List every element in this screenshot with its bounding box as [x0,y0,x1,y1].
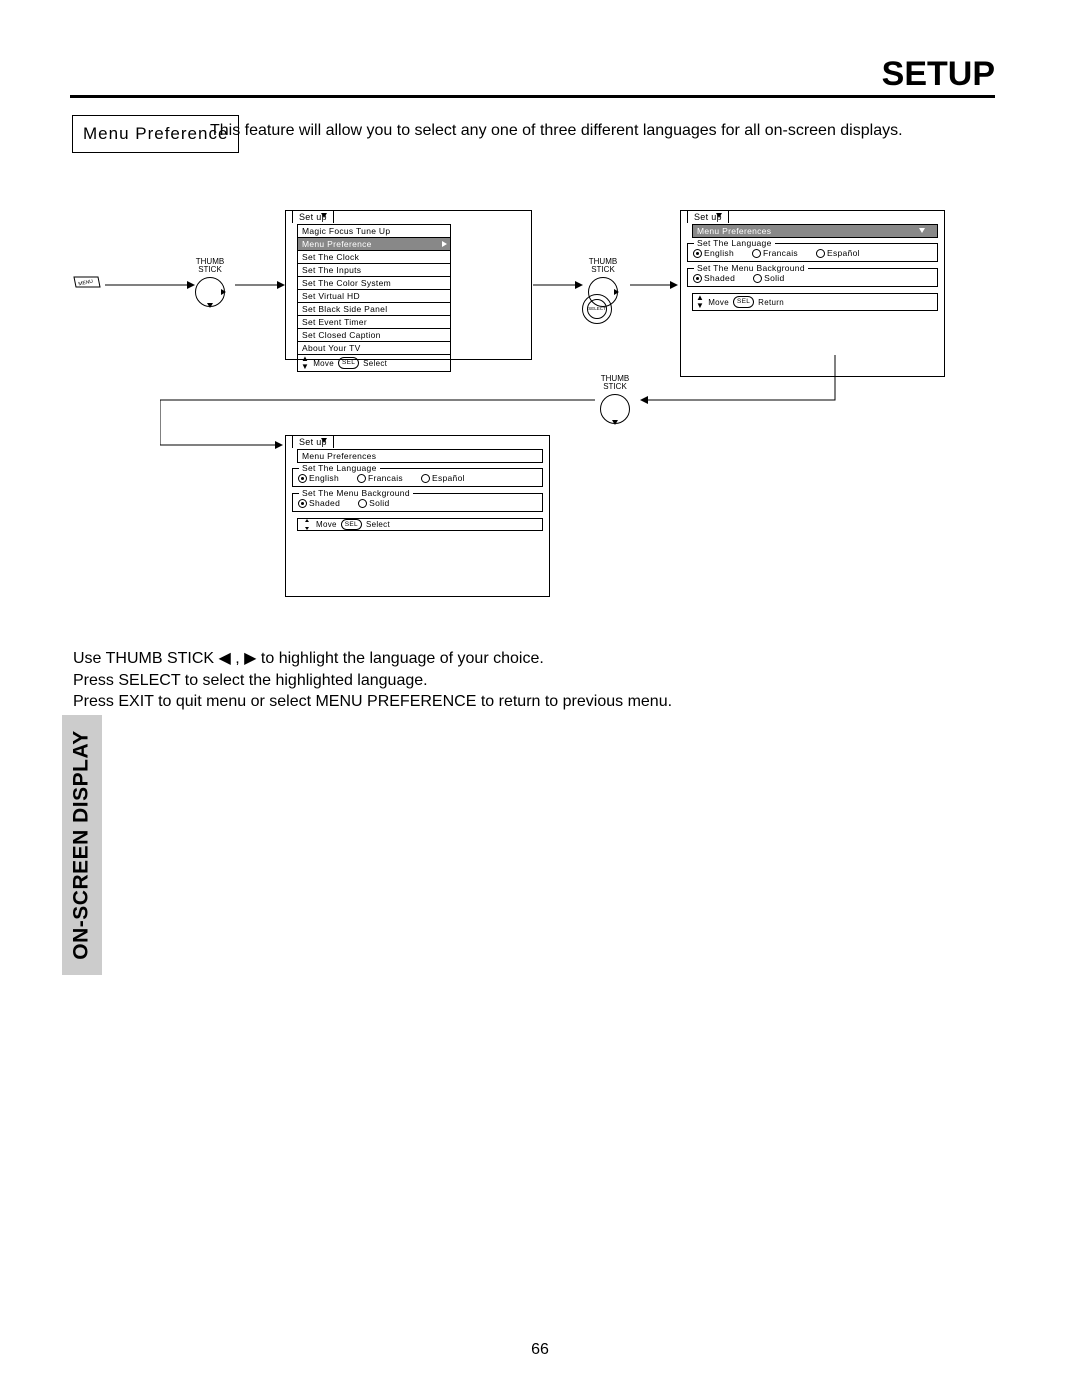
set-language-fieldset: Set The Language English Francais Españo… [687,243,938,262]
radio-option: English [693,248,734,258]
screen-tab: Set up [292,210,334,223]
header-title: SETUP [882,55,995,94]
sel-oval-icon: SEL [338,357,359,368]
setup-menu-screen: Set up Magic Focus Tune Up Menu Preferen… [285,210,532,360]
menu-preferences-header: Menu Preferences [692,224,938,238]
triangle-right-icon [442,241,447,247]
radio-icon [298,474,307,483]
instructions-text: Use THUMB STICK ◀ , ▶ to highlight the l… [73,648,672,713]
hint-row: Move SEL Select [297,518,543,531]
radio-option: Shaded [693,273,735,283]
menu-item: Set The Color System [297,276,451,290]
menu-item: Set The Clock [297,250,451,264]
set-menu-background-fieldset: Set The Menu Background Shaded Solid [687,268,938,287]
radio-option: Solid [358,498,389,508]
menu-item: Menu Preference [297,237,451,251]
radio-icon [421,474,430,483]
radio-icon [693,274,702,283]
radio-icon [816,249,825,258]
radio-option: Español [816,248,860,258]
menu-preferences-select-screen: Set up Menu Preferences Set The Language… [285,435,550,597]
menu-item: About Your TV [297,341,451,355]
set-language-fieldset: Set The Language English Francais Españo… [292,468,543,487]
menu-item: Set Virtual HD [297,289,451,303]
radio-option: Shaded [298,498,340,508]
radio-icon [693,249,702,258]
menu-item: Set Closed Caption [297,328,451,342]
triangle-down-icon [919,228,925,233]
radio-icon [752,249,761,258]
flow-arrow-icon [533,280,583,290]
menu-button-icon: MENU [72,275,102,295]
chevron-down-icon [321,438,327,443]
select-button-icon: SELECT [582,294,612,324]
diagram-area: MENU THUMBSTICK Set up Magic Focus Tune … [70,205,960,605]
updown-arrows-icon: ▲▼ [301,355,309,371]
flow-arrow-icon [630,280,678,290]
flow-arrow-icon [235,280,285,290]
menu-item: Set Event Timer [297,315,451,329]
radio-option: Francais [752,248,798,258]
thumbstick-select-icon: THUMBSTICK SELECT [588,258,618,307]
radio-option: English [298,473,339,483]
flow-arrow-icon [640,305,840,405]
thumbstick-icon: THUMBSTICK [195,258,225,307]
hint-row: ▲▼ Move SEL Select [297,354,451,372]
menu-preferences-header: Menu Preferences [297,449,543,463]
menu-item: Magic Focus Tune Up [297,224,451,238]
cross-arrows-icon [301,519,312,530]
radio-option: Solid [753,273,784,283]
page-number: 66 [531,1341,549,1359]
radio-icon [753,274,762,283]
menu-item: Set The Inputs [297,263,451,277]
feature-description: This feature will allow you to select an… [210,122,1000,140]
screen-tab: Set up [292,435,334,448]
radio-icon [357,474,366,483]
radio-option: Español [421,473,465,483]
set-menu-background-fieldset: Set The Menu Background Shaded Solid [292,493,543,512]
sel-oval-icon: SEL [341,519,362,530]
flow-arrow-icon [105,280,195,290]
radio-icon [358,499,367,508]
side-tab: ON-SCREEN DISPLAY [62,715,102,975]
radio-option: Francais [357,473,403,483]
chevron-down-icon [716,213,722,218]
chevron-down-icon [321,213,327,218]
radio-icon [298,499,307,508]
screen-tab: Set up [687,210,729,223]
header-rule [70,95,995,98]
menu-item: Set Black Side Panel [297,302,451,316]
